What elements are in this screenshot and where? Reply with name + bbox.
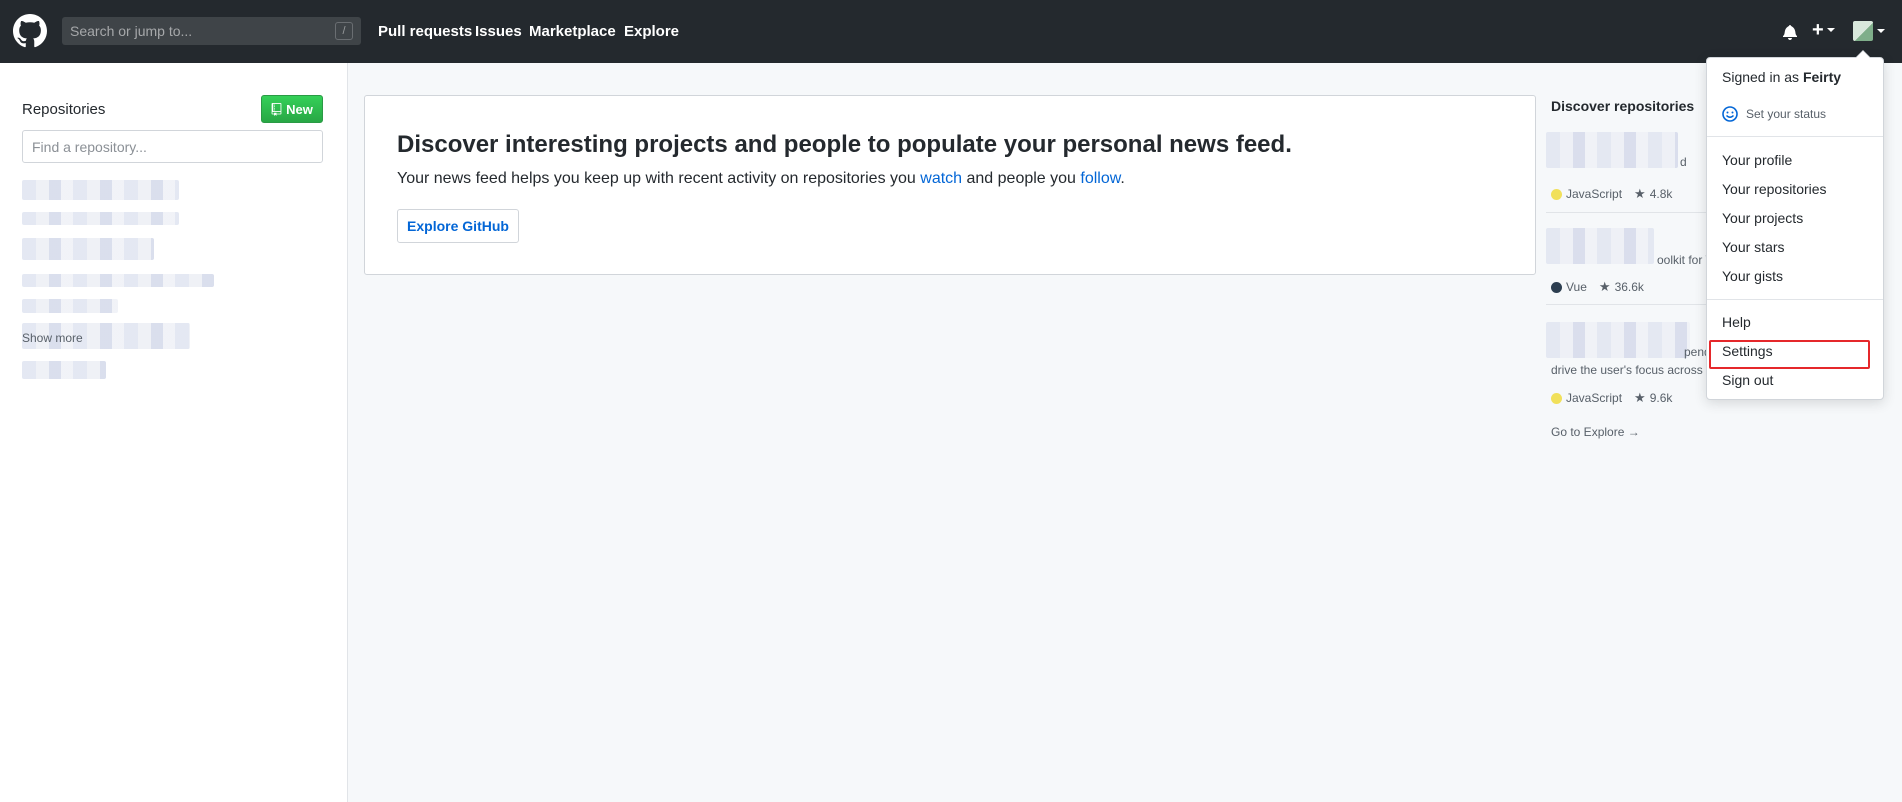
language-name: Vue [1566, 280, 1587, 294]
go-to-explore-link[interactable]: Go to Explore → [1551, 425, 1640, 439]
discover-repo-name[interactable] [1546, 228, 1654, 264]
language-color-dot [1551, 392, 1562, 404]
menu-your-gists[interactable]: Your gists [1722, 268, 1783, 284]
user-menu[interactable] [1853, 21, 1885, 41]
menu-sign-out[interactable]: Sign out [1722, 372, 1773, 388]
feed-heading: Discover interesting projects and people… [397, 131, 1292, 158]
settings-highlight-box [1709, 340, 1870, 369]
nav-issues[interactable]: Issues [475, 23, 522, 40]
star-count[interactable]: 4.8k [1650, 187, 1673, 201]
divider [1546, 212, 1706, 213]
repositories-sidebar: Repositories New Show more [0, 63, 348, 802]
set-status-label: Set your status [1746, 107, 1827, 121]
search-shortcut-key: / [335, 22, 353, 40]
menu-your-stars[interactable]: Your stars [1722, 239, 1785, 255]
chevron-down-icon [1877, 29, 1885, 33]
discover-repo-description: drive the user's focus across t [1551, 363, 1710, 377]
username: Feirty [1802, 69, 1842, 85]
repositories-title: Repositories [22, 101, 106, 118]
discover-repositories-title: Discover repositories [1551, 98, 1695, 114]
signed-in-prefix: Signed in as [1722, 69, 1803, 85]
discover-repo-fragment: d [1680, 155, 1687, 169]
discover-repo-meta: JavaScript ★ 4.8k [1551, 186, 1672, 202]
language-color-dot [1551, 188, 1562, 200]
star-icon: ★ [1598, 279, 1611, 294]
top-header: / Pull requests Issues Marketplace Explo… [0, 0, 1902, 63]
nav-pull-requests[interactable]: Pull requests [378, 23, 472, 40]
discover-repo-meta: JavaScript ★ 9.6k [1551, 390, 1672, 406]
search-input[interactable] [62, 17, 361, 45]
signed-in-as: Signed in as Feirty [1722, 69, 1841, 85]
create-new-menu[interactable]: + [1812, 20, 1835, 40]
feed-description: Your news feed helps you keep up with re… [397, 170, 1125, 188]
discover-repo-name[interactable] [1546, 322, 1690, 358]
star-icon: ★ [1634, 390, 1646, 405]
repo-list-item[interactable] [22, 361, 106, 379]
star-count[interactable]: 36.6k [1615, 280, 1644, 294]
menu-your-repositories[interactable]: Your repositories [1722, 181, 1827, 197]
feed-text-middle: and people you [962, 170, 1081, 187]
show-more-link[interactable]: Show more [22, 331, 83, 345]
smiley-icon [1722, 106, 1738, 122]
news-feed-empty-card: Discover interesting projects and people… [364, 95, 1536, 275]
new-repository-button[interactable]: New [261, 95, 323, 123]
menu-help[interactable]: Help [1722, 314, 1751, 330]
divider [1707, 136, 1883, 137]
feed-text-before: Your news feed helps you keep up with re… [397, 170, 921, 187]
repo-icon [271, 102, 282, 116]
explore-github-button[interactable]: Explore GitHub [397, 209, 519, 243]
repo-list-item[interactable] [22, 299, 118, 313]
notifications-bell-icon[interactable] [1783, 24, 1797, 40]
nav-explore[interactable]: Explore [624, 23, 679, 40]
star-count[interactable]: 9.6k [1650, 391, 1673, 405]
plus-icon: + [1812, 19, 1824, 41]
divider [1707, 299, 1883, 300]
watch-link[interactable]: watch [920, 170, 962, 187]
repo-list-item[interactable] [22, 212, 179, 225]
find-repository-input[interactable] [22, 130, 323, 163]
github-logo-icon[interactable] [13, 14, 47, 48]
divider [1546, 304, 1706, 305]
discover-repo-meta: Vue ★ 36.6k [1551, 279, 1644, 295]
feed-text-after: . [1120, 170, 1125, 187]
menu-your-profile[interactable]: Your profile [1722, 152, 1792, 168]
repo-list-item[interactable] [22, 274, 214, 287]
language-name: JavaScript [1566, 187, 1623, 201]
nav-marketplace[interactable]: Marketplace [529, 23, 616, 40]
chevron-down-icon [1826, 28, 1835, 32]
repo-list-item[interactable] [22, 238, 154, 260]
follow-link[interactable]: follow [1080, 170, 1120, 187]
new-button-label: New [286, 101, 313, 117]
discover-repo-name[interactable] [1546, 132, 1678, 168]
avatar [1853, 21, 1873, 41]
language-color-dot [1551, 281, 1562, 293]
menu-your-projects[interactable]: Your projects [1722, 210, 1803, 226]
set-status-button[interactable]: Set your status [1722, 106, 1826, 122]
language-name: JavaScript [1566, 391, 1623, 405]
star-icon: ★ [1634, 186, 1646, 201]
repo-list-item[interactable] [22, 180, 179, 200]
